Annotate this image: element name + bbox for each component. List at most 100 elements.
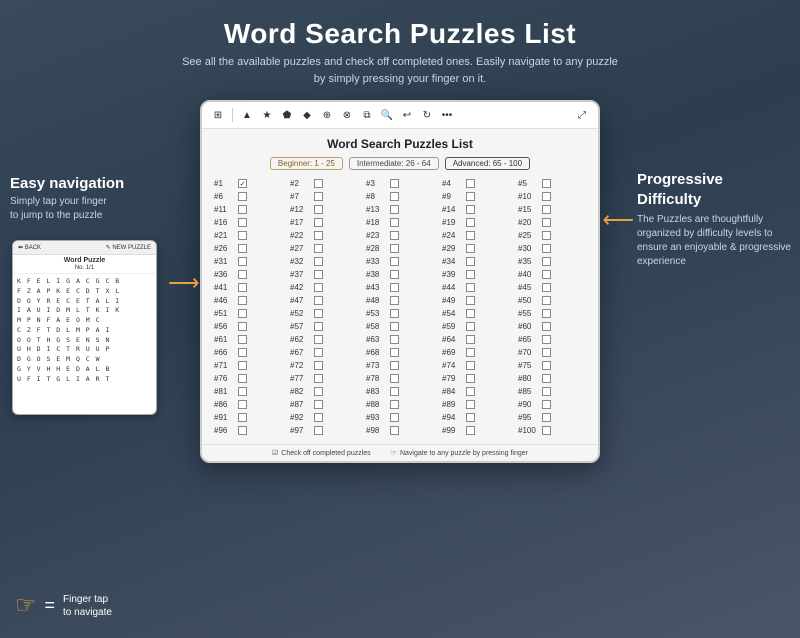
puzzle-cell[interactable]: #24 <box>440 230 512 241</box>
toolbar-drop-icon[interactable]: ⬟ <box>279 107 295 123</box>
puzzle-cell[interactable]: #67 <box>288 347 360 358</box>
puzzle-cell[interactable]: #75 <box>516 360 588 371</box>
puzzle-cell[interactable]: #22 <box>288 230 360 241</box>
puzzle-cell[interactable]: #27 <box>288 243 360 254</box>
puzzle-cell[interactable]: #70 <box>516 347 588 358</box>
puzzle-checkbox[interactable] <box>466 244 475 253</box>
puzzle-checkbox[interactable] <box>390 426 399 435</box>
puzzle-checkbox[interactable] <box>390 413 399 422</box>
puzzle-cell[interactable]: #33 <box>364 256 436 267</box>
puzzle-checkbox[interactable] <box>466 218 475 227</box>
toolbar-eraser-icon[interactable]: ◆ <box>299 107 315 123</box>
puzzle-checkbox[interactable] <box>466 179 475 188</box>
puzzle-checkbox[interactable] <box>238 413 247 422</box>
puzzle-cell[interactable]: #16 <box>212 217 284 228</box>
puzzle-cell[interactable]: #52 <box>288 308 360 319</box>
puzzle-checkbox[interactable] <box>390 335 399 344</box>
puzzle-cell[interactable]: #54 <box>440 308 512 319</box>
puzzle-cell[interactable]: #44 <box>440 282 512 293</box>
puzzle-cell[interactable]: #71 <box>212 360 284 371</box>
puzzle-cell[interactable]: #21 <box>212 230 284 241</box>
puzzle-checkbox[interactable] <box>238 387 247 396</box>
puzzle-cell[interactable]: #73 <box>364 360 436 371</box>
puzzle-checkbox[interactable] <box>238 374 247 383</box>
puzzle-checkbox[interactable] <box>314 348 323 357</box>
puzzle-checkbox[interactable] <box>238 335 247 344</box>
puzzle-cell[interactable]: #38 <box>364 269 436 280</box>
puzzle-cell[interactable]: #87 <box>288 399 360 410</box>
puzzle-checkbox[interactable] <box>466 270 475 279</box>
puzzle-checkbox[interactable] <box>466 335 475 344</box>
puzzle-cell[interactable]: #78 <box>364 373 436 384</box>
puzzle-checkbox[interactable] <box>238 348 247 357</box>
puzzle-checkbox[interactable] <box>466 322 475 331</box>
puzzle-cell[interactable]: #66 <box>212 347 284 358</box>
puzzle-checkbox[interactable] <box>542 283 551 292</box>
puzzle-checkbox[interactable] <box>542 192 551 201</box>
puzzle-checkbox[interactable] <box>542 179 551 188</box>
puzzle-checkbox[interactable] <box>542 322 551 331</box>
puzzle-checkbox[interactable] <box>466 205 475 214</box>
puzzle-checkbox[interactable] <box>542 309 551 318</box>
puzzle-cell[interactable]: #83 <box>364 386 436 397</box>
puzzle-checkbox[interactable] <box>466 296 475 305</box>
puzzle-cell[interactable]: #12 <box>288 204 360 215</box>
puzzle-cell[interactable]: #29 <box>440 243 512 254</box>
puzzle-checkbox[interactable] <box>314 192 323 201</box>
puzzle-cell[interactable]: #28 <box>364 243 436 254</box>
toolbar-select-icon[interactable]: ⊕ <box>319 107 335 123</box>
puzzle-checkbox[interactable] <box>390 322 399 331</box>
puzzle-cell[interactable]: #55 <box>516 308 588 319</box>
puzzle-cell[interactable]: #23 <box>364 230 436 241</box>
puzzle-checkbox[interactable] <box>314 283 323 292</box>
puzzle-checkbox[interactable] <box>238 244 247 253</box>
toolbar-undo-icon[interactable]: ↩ <box>399 107 415 123</box>
puzzle-cell[interactable]: #61 <box>212 334 284 345</box>
puzzle-checkbox[interactable] <box>238 231 247 240</box>
puzzle-checkbox[interactable] <box>542 335 551 344</box>
puzzle-checkbox[interactable] <box>390 348 399 357</box>
puzzle-cell[interactable]: #88 <box>364 399 436 410</box>
puzzle-cell[interactable]: #92 <box>288 412 360 423</box>
puzzle-checkbox[interactable] <box>390 283 399 292</box>
puzzle-cell[interactable]: #43 <box>364 282 436 293</box>
puzzle-cell[interactable]: #96 <box>212 425 284 436</box>
puzzle-checkbox[interactable] <box>542 205 551 214</box>
puzzle-cell[interactable]: #3 <box>364 178 436 189</box>
puzzle-checkbox[interactable] <box>314 335 323 344</box>
puzzle-checkbox[interactable] <box>542 270 551 279</box>
toolbar-redo-icon[interactable]: ↻ <box>419 107 435 123</box>
puzzle-cell[interactable]: #45 <box>516 282 588 293</box>
puzzle-checkbox[interactable] <box>238 218 247 227</box>
puzzle-checkbox[interactable] <box>390 296 399 305</box>
puzzle-checkbox[interactable] <box>238 400 247 409</box>
puzzle-cell[interactable]: #1✓ <box>212 178 284 189</box>
puzzle-checkbox[interactable] <box>314 179 323 188</box>
puzzle-cell[interactable]: #26 <box>212 243 284 254</box>
puzzle-checkbox[interactable] <box>466 192 475 201</box>
puzzle-cell[interactable]: #18 <box>364 217 436 228</box>
puzzle-cell[interactable]: #77 <box>288 373 360 384</box>
puzzle-checkbox[interactable] <box>390 192 399 201</box>
puzzle-cell[interactable]: #14 <box>440 204 512 215</box>
puzzle-checkbox[interactable] <box>466 426 475 435</box>
puzzle-cell[interactable]: #93 <box>364 412 436 423</box>
puzzle-checkbox[interactable] <box>390 309 399 318</box>
puzzle-cell[interactable]: #79 <box>440 373 512 384</box>
puzzle-cell[interactable]: #94 <box>440 412 512 423</box>
puzzle-checkbox[interactable] <box>238 270 247 279</box>
puzzle-checkbox[interactable] <box>314 322 323 331</box>
puzzle-cell[interactable]: #56 <box>212 321 284 332</box>
toolbar-lasso-icon[interactable]: ⊗ <box>339 107 355 123</box>
puzzle-checkbox[interactable] <box>314 413 323 422</box>
puzzle-checkbox[interactable] <box>390 387 399 396</box>
puzzle-checkbox[interactable] <box>542 426 551 435</box>
toolbar-cursor-icon[interactable]: ▲ <box>239 107 255 123</box>
puzzle-checkbox[interactable] <box>314 257 323 266</box>
puzzle-cell[interactable]: #4 <box>440 178 512 189</box>
puzzle-checkbox[interactable] <box>466 231 475 240</box>
puzzle-checkbox[interactable] <box>390 257 399 266</box>
puzzle-checkbox[interactable] <box>466 283 475 292</box>
puzzle-checkbox[interactable] <box>238 426 247 435</box>
puzzle-cell[interactable]: #62 <box>288 334 360 345</box>
